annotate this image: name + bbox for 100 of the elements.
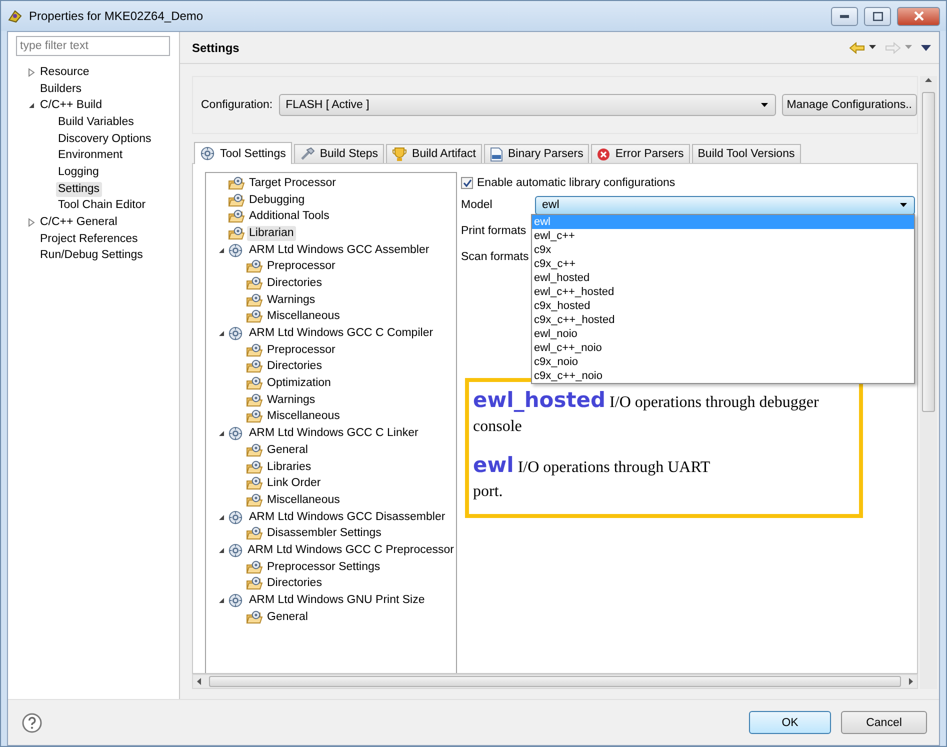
tree-item[interactable]: Miscellaneous: [265, 309, 342, 324]
sidebar-item[interactable]: Resource: [38, 64, 92, 80]
folder-gear-icon: [246, 409, 263, 424]
tab[interactable]: Binary Parsers: [484, 144, 590, 163]
dropdown-option[interactable]: ewl_c++: [532, 229, 914, 243]
tree-item[interactable]: Libraries: [265, 460, 314, 475]
tree-item[interactable]: Directories: [265, 276, 324, 291]
sidebar-item[interactable]: Build Variables: [56, 114, 136, 130]
dropdown-option[interactable]: c9x_hosted: [532, 299, 914, 313]
dropdown-option[interactable]: c9x_c++: [532, 257, 914, 271]
tree-item[interactable]: Target Processor: [247, 176, 338, 191]
expanded-arrow-icon[interactable]: [218, 546, 224, 554]
dropdown-option[interactable]: c9x: [532, 243, 914, 257]
tab[interactable]: Build Tool Versions: [692, 144, 801, 163]
ok-button[interactable]: OK: [749, 711, 831, 734]
sidebar-item[interactable]: Logging: [56, 164, 101, 180]
scroll-left-icon[interactable]: [197, 678, 201, 685]
scroll-up-icon[interactable]: [925, 78, 932, 82]
sidebar-item[interactable]: Discovery Options: [56, 132, 154, 147]
tree-item[interactable]: ARM Ltd Windows GCC C Preprocessor: [246, 542, 456, 558]
folder-gear-icon: [246, 610, 263, 625]
folder-gear-icon: [246, 526, 263, 542]
tree-item[interactable]: ARM Ltd Windows GCC Assembler: [247, 242, 432, 258]
tree-item[interactable]: Optimization: [265, 376, 333, 392]
tree-item[interactable]: Preprocessor Settings: [265, 560, 382, 575]
folder-gear-icon: [228, 192, 245, 208]
tree-item[interactable]: Disassembler Settings: [265, 526, 384, 542]
horizontal-scrollbar[interactable]: [192, 674, 918, 689]
dropdown-option[interactable]: ewl_c++_noio: [532, 341, 914, 355]
gear-icon: [200, 146, 215, 161]
tree-item[interactable]: General: [265, 610, 310, 625]
cancel-button[interactable]: Cancel: [841, 711, 927, 734]
tree-item[interactable]: Preprocessor: [265, 342, 338, 358]
expanded-arrow-icon[interactable]: [218, 514, 224, 521]
collapsed-arrow-icon[interactable]: [28, 218, 34, 228]
dropdown-option[interactable]: c9x_c++_noio: [532, 369, 914, 383]
folder-gear-icon: [246, 460, 263, 475]
scroll-right-icon[interactable]: [909, 678, 913, 685]
dropdown-option[interactable]: c9x_c++_hosted: [532, 313, 914, 327]
tree-item[interactable]: ARM Ltd Windows GCC Disassembler: [247, 510, 448, 525]
view-menu-icon[interactable]: [921, 44, 931, 50]
folder-gear-icon: [246, 276, 263, 291]
tree-item[interactable]: Preprocessor: [265, 259, 338, 274]
minimize-button[interactable]: [831, 6, 858, 26]
tree-item[interactable]: ARM Ltd Windows GCC C Linker: [247, 426, 420, 442]
tree-item[interactable]: Miscellaneous: [265, 409, 342, 424]
gear-icon: [228, 326, 243, 342]
tree-item[interactable]: ARM Ltd Windows GCC C Compiler: [247, 326, 436, 342]
sidebar-item[interactable]: Environment: [56, 148, 125, 164]
expanded-arrow-icon[interactable]: [218, 430, 224, 438]
tree-item[interactable]: Debugging: [247, 192, 307, 208]
tree-item[interactable]: Link Order: [265, 476, 323, 492]
sidebar-item[interactable]: Builders: [38, 82, 84, 97]
tree-item[interactable]: Librarian: [247, 226, 296, 241]
tab[interactable]: Build Artifact: [386, 144, 482, 163]
tree-item[interactable]: ARM Ltd Windows GNU Print Size: [247, 593, 427, 608]
tab[interactable]: Tool Settings: [194, 142, 292, 164]
tree-item[interactable]: Directories: [265, 576, 324, 592]
gear-icon: [228, 542, 243, 558]
caret-icon: [900, 202, 908, 208]
filter-field[interactable]: type filter text: [16, 36, 170, 56]
window-title: Properties for MKE02Z64_Demo: [29, 9, 204, 23]
tab[interactable]: Build Steps: [294, 144, 384, 163]
sidebar-item[interactable]: Tool Chain Editor: [56, 198, 148, 214]
dropdown-option[interactable]: ewl_hosted: [532, 271, 914, 285]
manage-configurations-button[interactable]: Manage Configurations..: [782, 94, 917, 116]
folder-gear-icon: [246, 476, 263, 492]
dropdown-caret-icon[interactable]: [869, 45, 877, 50]
sidebar-item[interactable]: C/C++ Build: [38, 98, 104, 114]
configuration-dropdown[interactable]: FLASH [ Active ]: [278, 94, 776, 116]
gear-icon: [228, 593, 243, 608]
close-button[interactable]: [897, 6, 940, 26]
sidebar-item[interactable]: Settings: [56, 182, 102, 197]
tree-item[interactable]: General: [265, 442, 310, 458]
model-dropdown[interactable]: ewl: [535, 196, 915, 214]
dropdown-option[interactable]: c9x_noio: [532, 355, 914, 369]
folder-gear-icon: [246, 376, 263, 392]
vertical-scrollbar[interactable]: [920, 76, 937, 689]
checkbox[interactable]: [461, 177, 473, 189]
tree-item[interactable]: Additional Tools: [247, 209, 332, 224]
expanded-arrow-icon[interactable]: [28, 102, 34, 110]
folder-gear-icon: [246, 342, 263, 358]
tree-item[interactable]: Miscellaneous: [265, 492, 342, 508]
expanded-arrow-icon[interactable]: [218, 597, 224, 604]
dropdown-option[interactable]: ewl_c++_hosted: [532, 285, 914, 299]
expanded-arrow-icon[interactable]: [218, 330, 224, 338]
hammer-icon: [300, 147, 315, 161]
sidebar-item[interactable]: C/C++ General: [38, 215, 120, 230]
collapsed-arrow-icon[interactable]: [28, 68, 34, 77]
dropdown-option[interactable]: ewl_noio: [532, 327, 914, 341]
tree-item[interactable]: Warnings: [265, 392, 318, 408]
tab[interactable]: Error Parsers: [591, 144, 690, 163]
tree-item[interactable]: Warnings: [265, 292, 318, 308]
folder-gear-icon: [228, 209, 245, 224]
help-icon[interactable]: [22, 712, 42, 732]
tree-item[interactable]: Directories: [265, 359, 324, 374]
sidebar-item[interactable]: Project References: [38, 232, 140, 247]
sidebar-item[interactable]: Run/Debug Settings: [38, 248, 145, 264]
maximize-button[interactable]: [864, 6, 891, 26]
expanded-arrow-icon[interactable]: [218, 246, 224, 254]
